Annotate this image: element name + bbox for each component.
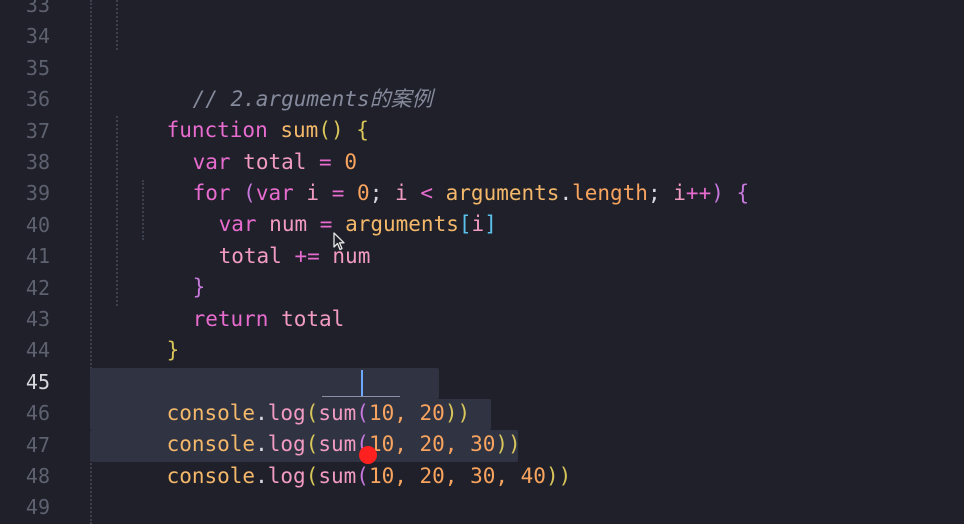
property: length — [572, 181, 648, 206]
operator: += — [294, 243, 320, 268]
bracket-match-underline — [322, 396, 400, 397]
line-number: 41 — [25, 244, 50, 268]
code-line-47[interactable]: console.log(sum(10, 20, 30, 40)) — [116, 430, 572, 488]
line-number: 43 — [25, 307, 50, 331]
code-editor[interactable]: 33 34 35 36 37 38 39 40 41 42 43 44 45 4… — [0, 0, 964, 524]
keyword: return — [192, 306, 269, 331]
code-line-36[interactable]: function sum() { — [116, 84, 369, 142]
object: console — [166, 463, 256, 488]
line-number: 46 — [25, 401, 50, 425]
code-line-37[interactable]: var total = 0 — [142, 116, 357, 174]
arguments: 10, 20, 30, 40 — [368, 463, 546, 488]
code-line-43[interactable]: } — [116, 304, 180, 362]
paren: )) — [545, 463, 572, 488]
close-brace: } — [166, 338, 180, 363]
open-brace: { — [356, 118, 369, 143]
line-number: 36 — [25, 87, 50, 111]
line-number: 37 — [25, 118, 50, 143]
line-number-active: 45 — [25, 369, 50, 394]
identifier: total — [281, 306, 345, 331]
identifier: i — [673, 181, 686, 206]
code-line-35[interactable]: // 2.arguments的案例 — [142, 53, 433, 111]
operator: ++ — [685, 181, 712, 206]
text-cursor — [361, 370, 363, 396]
line-number: 33 — [25, 0, 50, 17]
function-call: sum — [318, 463, 357, 488]
code-line-41[interactable]: } — [142, 241, 206, 299]
code-line-49[interactable]: </script> — [116, 492, 280, 523]
code-line-45[interactable]: console.log(sum(10, 20)) — [116, 367, 471, 425]
bracket: ] — [484, 212, 497, 237]
code-line-39[interactable]: var num = arguments[i] — [168, 178, 497, 236]
line-number-gutter: 33 34 35 36 37 38 39 40 41 42 43 44 45 4… — [0, 0, 60, 524]
comment-text-cjk: 的案例 — [369, 86, 433, 111]
dot: . — [255, 463, 268, 488]
method: log — [267, 463, 306, 488]
recording-dot-icon — [359, 446, 377, 464]
code-line-38[interactable]: for (var i = 0; i < arguments.length; i+… — [142, 147, 750, 205]
identifier: total — [218, 243, 282, 268]
line-number: 48 — [25, 464, 50, 488]
indent-guide — [116, 0, 118, 50]
identifier: i — [471, 212, 485, 237]
line-number: 38 — [25, 150, 50, 174]
line-number: 35 — [25, 55, 50, 80]
code-line-46[interactable]: console.log(sum(10, 20, 30)) — [116, 398, 521, 456]
line-number: 47 — [25, 432, 50, 457]
bracket: [ — [458, 212, 472, 237]
line-number: 39 — [25, 181, 50, 205]
open-brace: { — [736, 181, 750, 206]
line-number: 34 — [25, 24, 50, 48]
line-number: 40 — [25, 212, 50, 237]
code-line-42[interactable]: return total — [142, 273, 345, 331]
mouse-pointer-icon — [333, 232, 345, 251]
semicolon: ; — [647, 181, 661, 206]
dot: . — [559, 181, 573, 206]
paren: ( — [356, 463, 369, 488]
line-number: 49 — [25, 495, 50, 519]
line-number: 44 — [25, 338, 50, 362]
line-number: 42 — [25, 275, 50, 300]
paren: ( — [305, 463, 319, 488]
paren: ) — [711, 181, 724, 206]
